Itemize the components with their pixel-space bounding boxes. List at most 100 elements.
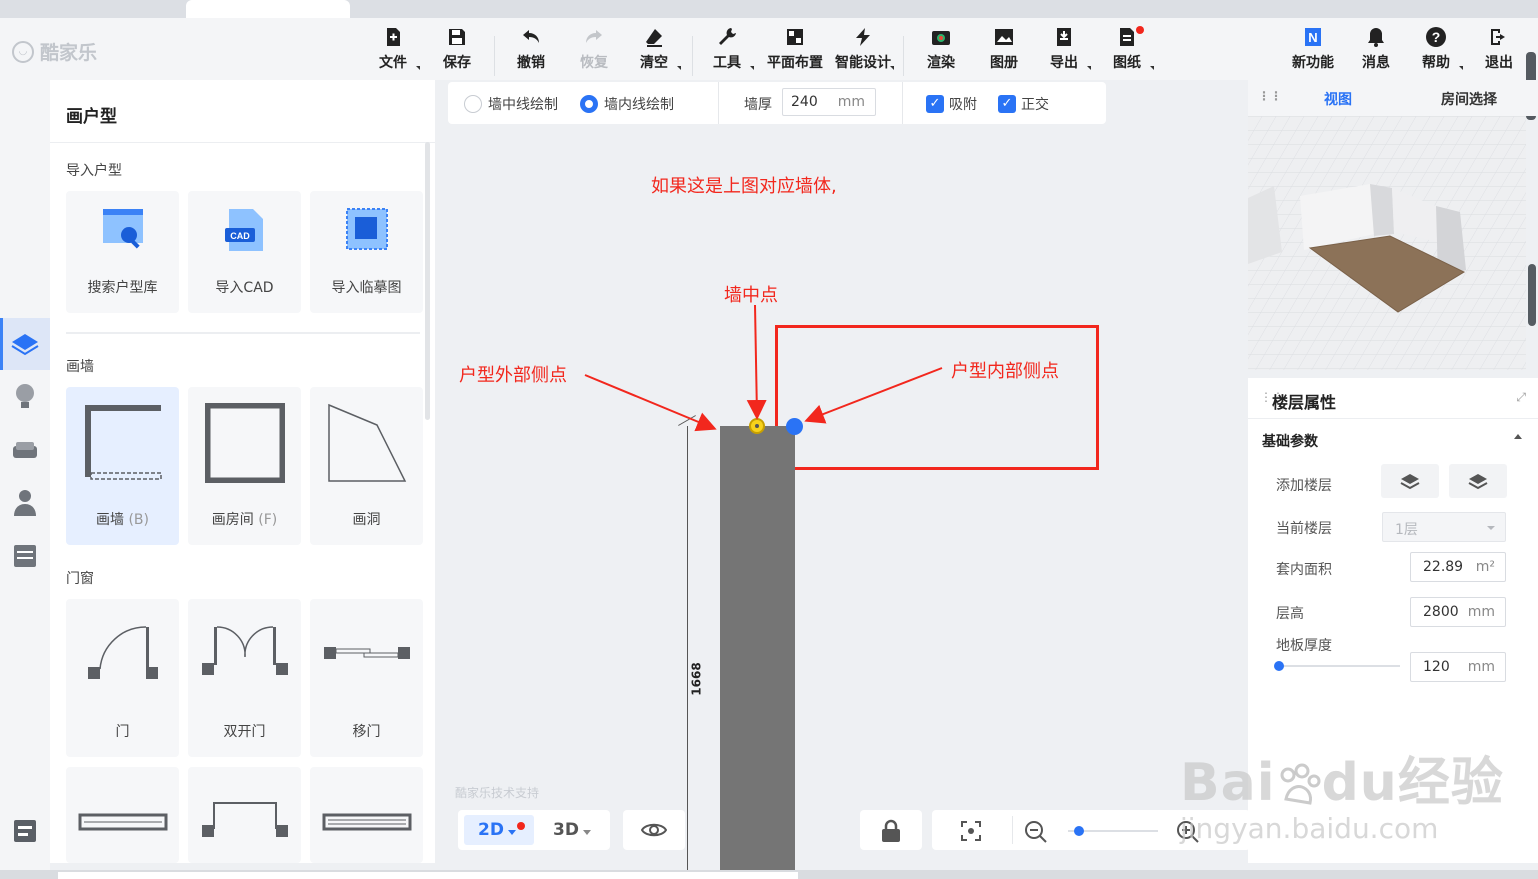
wall-segment[interactable] <box>720 426 795 870</box>
search-floorplan-card[interactable]: 搜索户型库 <box>66 191 179 313</box>
slab-thickness-input[interactable]: 120 mm <box>1410 652 1506 682</box>
toolbar-new-feature-button[interactable]: N 新功能 <box>1284 26 1342 72</box>
slab-thickness-slider[interactable] <box>1276 665 1400 667</box>
rail-cabinet-button[interactable] <box>0 530 50 582</box>
basic-params-title: 基础参数 <box>1262 434 1318 450</box>
import-section-title: 导入户型 <box>66 163 122 179</box>
zoom-slider-knob[interactable] <box>1073 826 1084 836</box>
long-window-card[interactable] <box>310 767 423 863</box>
window-icon <box>78 813 168 831</box>
view-3d-button[interactable]: 3D <box>553 820 579 840</box>
toolbar-layout-button[interactable]: 平面布置 <box>762 26 828 72</box>
tab-view[interactable]: 视图 <box>1324 89 1352 109</box>
redo-icon <box>586 30 602 43</box>
rail-furniture-button[interactable] <box>0 424 50 476</box>
cabinet-icon <box>14 545 36 567</box>
rail-settings-button[interactable] <box>0 805 50 857</box>
toolbar-undo-button[interactable]: 撤销 <box>502 26 560 72</box>
rail-lighting-button[interactable] <box>0 371 50 423</box>
active-browser-tab[interactable] <box>186 0 350 18</box>
import-cad-card[interactable]: CAD 导入CAD <box>188 191 301 313</box>
toolbar-file-button[interactable]: 文件 <box>364 26 422 72</box>
zoom-out-icon[interactable] <box>1024 820 1048 844</box>
sliding-door-icon <box>324 647 410 659</box>
toolbar-tools-button[interactable]: 工具 <box>698 26 756 72</box>
rail-user-button[interactable] <box>0 477 50 529</box>
browser-tab-strip <box>0 0 1538 18</box>
double-door-card[interactable]: 双开门 <box>188 599 301 757</box>
toolbar-drawing-button[interactable]: 图纸 <box>1098 26 1156 72</box>
svg-text:CAD: CAD <box>230 231 250 241</box>
chevron-up-icon[interactable] <box>1514 434 1522 439</box>
3d-room-preview-image <box>1248 116 1526 370</box>
draw-wall-card[interactable]: 画墙 (B) <box>66 387 179 545</box>
draw-room-card[interactable]: 画房间 (F) <box>188 387 301 545</box>
floorplan-panel: 画户型 导入户型 搜索户型库 CAD 导入CAD 导入临摹图 画墙 画墙 (B)… <box>50 80 435 863</box>
bay-window-card[interactable] <box>188 767 301 863</box>
annotation-outer-point: 户型外部侧点 <box>459 365 567 386</box>
draw-room-icon <box>205 403 285 483</box>
bottom-scrollbar <box>0 870 1538 879</box>
area-input[interactable]: 22.89 m² <box>1410 552 1506 582</box>
toolbar-redo-button[interactable]: 恢复 <box>565 26 623 72</box>
slab-thickness-slider-knob[interactable] <box>1274 661 1284 671</box>
wall-thickness-input[interactable]: 240 mm <box>782 88 876 116</box>
rail-floorplan-button[interactable] <box>0 318 50 370</box>
inner-point-marker[interactable] <box>786 418 803 435</box>
3d-preview[interactable] <box>1248 116 1526 370</box>
fit-screen-icon[interactable] <box>960 820 982 842</box>
wall-midpoint-marker[interactable] <box>749 418 765 434</box>
radio-wall-inner[interactable]: 墙内线绘制 <box>580 94 674 114</box>
view-2d-button[interactable]: 2D <box>478 820 504 840</box>
svg-text:?: ? <box>1432 29 1441 45</box>
paw-icon <box>1280 763 1321 805</box>
window-card[interactable] <box>66 767 179 863</box>
expand-icon[interactable]: ⤢ <box>1516 390 1526 405</box>
cad-file-icon: CAD <box>225 209 263 251</box>
chevron-down-icon <box>508 830 516 835</box>
visibility-button[interactable] <box>623 810 685 850</box>
draw-hole-card[interactable]: 画洞 <box>310 387 423 545</box>
panel-scrollbar[interactable] <box>425 142 430 420</box>
chevron-down-icon <box>1487 526 1495 530</box>
toolbar-help-button[interactable]: ? 帮助 <box>1407 26 1465 72</box>
toolbar-render-button[interactable]: 渲染 <box>912 26 970 72</box>
toolbar-messages-button[interactable]: 消息 <box>1347 26 1405 72</box>
door-icon <box>88 626 158 679</box>
door-card[interactable]: 门 <box>66 599 179 757</box>
camera-icon <box>932 31 950 45</box>
add-floor-above-button[interactable] <box>1381 464 1439 498</box>
chevron-down-icon <box>583 830 591 835</box>
sliding-door-card[interactable]: 移门 <box>310 599 423 757</box>
floor-height-label: 层高 <box>1276 606 1304 622</box>
import-trace-image-card[interactable]: 导入临摹图 <box>310 191 423 313</box>
tab-room-select[interactable]: 房间选择 <box>1441 89 1497 109</box>
dimension-label: 1668 <box>689 662 704 696</box>
toolbar-save-button[interactable]: 保存 <box>428 26 486 72</box>
current-floor-select[interactable]: 1层 <box>1382 512 1506 542</box>
drag-handle-icon[interactable]: ⋮⋮ <box>1258 89 1282 103</box>
add-floor-below-button[interactable] <box>1449 464 1507 498</box>
toolbar-smart-design-button[interactable]: 智能设计 <box>830 26 896 72</box>
toolbar-export-button[interactable]: 导出 <box>1035 26 1093 72</box>
radio-wall-center[interactable]: 墙中线绘制 <box>464 94 558 114</box>
top-toolbar: ◡ 酷家乐 文件 保存 撤销 恢复 清空 工具 平面布置 智能设计 渲染 图册 … <box>0 18 1538 80</box>
trace-image-icon <box>346 208 388 250</box>
checkmark-icon: ✓ <box>998 95 1016 113</box>
bulb-icon <box>16 384 34 408</box>
panel-title: 画户型 <box>66 107 117 127</box>
toolbar-logout-button[interactable]: 退出 <box>1470 26 1528 72</box>
toolbar-album-button[interactable]: 图册 <box>975 26 1033 72</box>
snap-checkbox[interactable]: ✓ 吸附 <box>926 94 977 114</box>
ortho-checkbox[interactable]: ✓ 正交 <box>998 94 1049 114</box>
dimension-line <box>687 426 688 870</box>
app-logo[interactable]: ◡ 酷家乐 <box>12 38 97 65</box>
toolbar-clear-button[interactable]: 清空 <box>625 26 683 72</box>
lock-button[interactable] <box>860 810 922 850</box>
slab-thickness-label: 地板厚度 <box>1276 638 1332 654</box>
drawing-canvas[interactable] <box>435 124 1248 870</box>
left-icon-rail <box>0 80 50 870</box>
preview-scrollbar[interactable] <box>1528 264 1536 326</box>
floor-height-input[interactable]: 2800 mm <box>1410 597 1506 627</box>
view-mode-switch: 2D 3D <box>458 810 610 850</box>
